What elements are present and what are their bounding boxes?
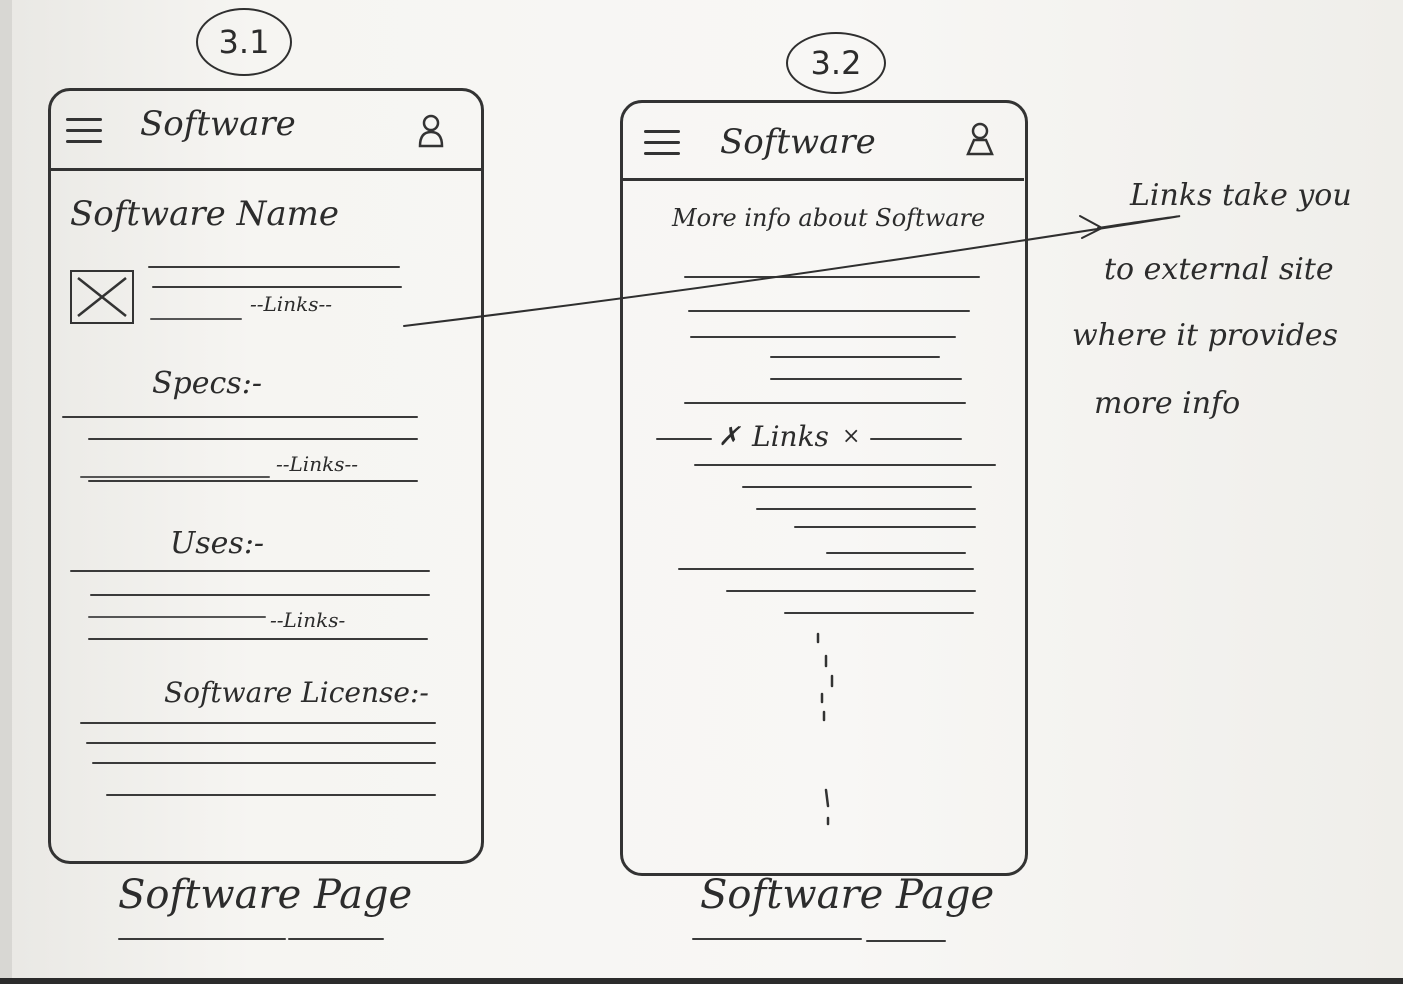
annotation-line-3: where it provides [1072, 318, 1339, 353]
annotation-line-4: more info [1094, 386, 1241, 421]
continuation-dots [816, 632, 834, 826]
arrow-connector [403, 215, 1181, 327]
caption-underline [866, 940, 946, 942]
annotation-line-1: Links take you [1130, 178, 1352, 213]
screen-caption-3-2: Software Page [700, 872, 995, 918]
caption-underline [692, 938, 862, 940]
overlay-sketch [403, 215, 1181, 826]
annotation-line-2: to external site [1104, 252, 1334, 287]
